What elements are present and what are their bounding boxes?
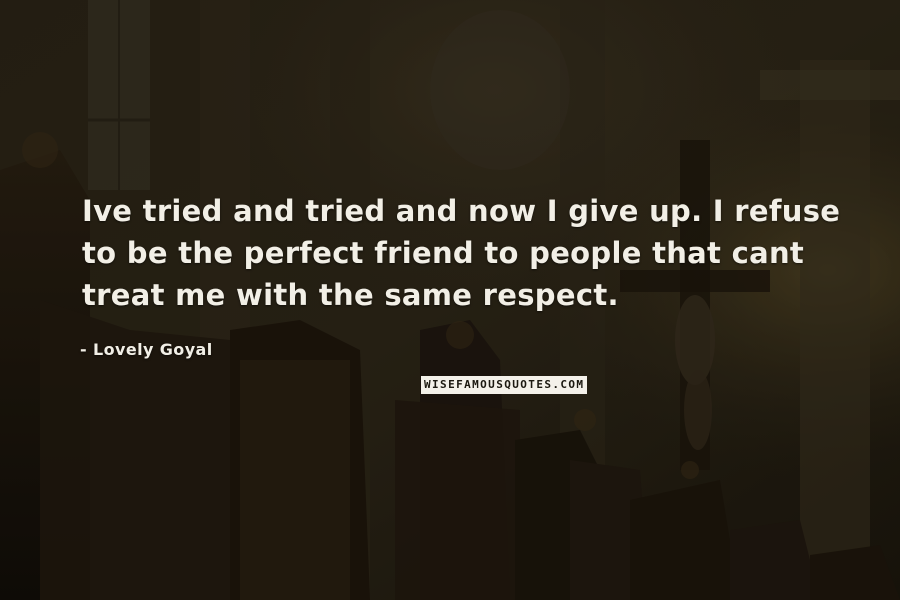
quote-text: Ive tried and tried and now I give up. I… <box>82 194 841 312</box>
quote-card: Ive tried and tried and now I give up. I… <box>0 0 900 600</box>
watermark-logo: WISEFAMOUSQUOTES.COM <box>421 376 588 394</box>
author-attribution: - Lovely Goyal <box>80 340 213 359</box>
